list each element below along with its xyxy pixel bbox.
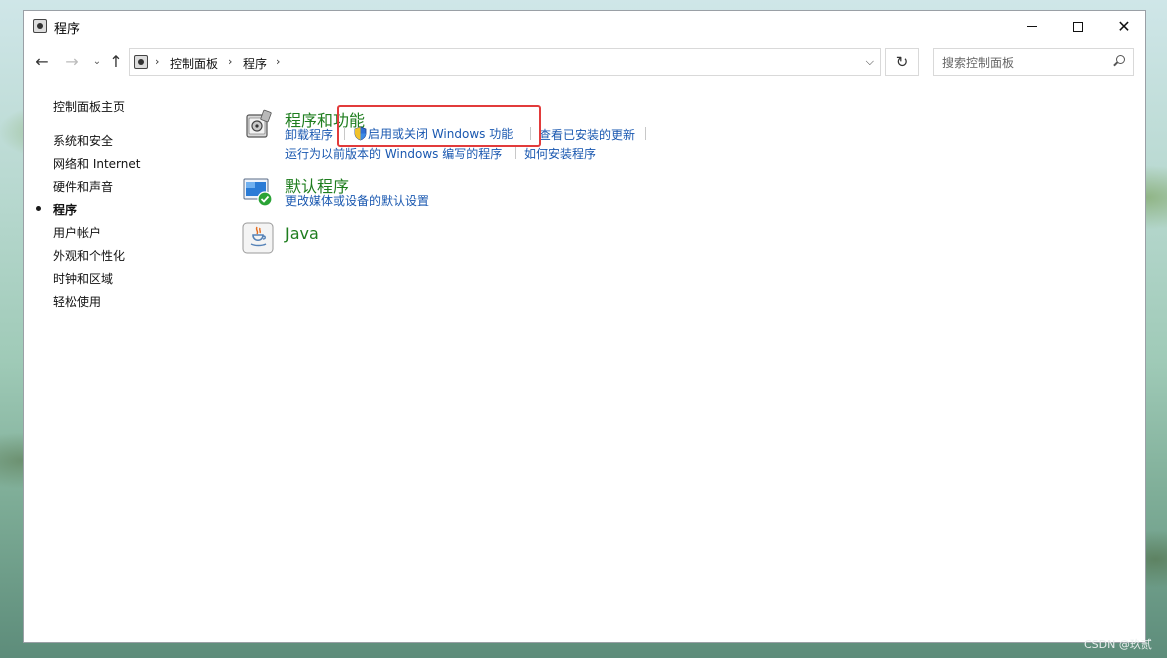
- refresh-icon: ↻: [895, 53, 909, 71]
- forward-button[interactable]: →: [62, 51, 82, 71]
- search-input[interactable]: [934, 49, 1114, 77]
- sidebar-item-ease-of-access[interactable]: 轻松使用: [53, 293, 101, 310]
- search-icon[interactable]: [1116, 55, 1125, 64]
- maximize-icon: [1073, 21, 1083, 32]
- maximize-button[interactable]: [1055, 11, 1101, 42]
- uninstall-program-link[interactable]: 卸载程序: [285, 126, 333, 143]
- sidebar-item-programs: 程序: [36, 201, 78, 218]
- breadcrumb-programs[interactable]: 程序: [243, 55, 267, 72]
- window-title: 程序: [54, 22, 81, 37]
- link-divider: [645, 127, 646, 140]
- control-panel-icon: [33, 19, 47, 33]
- watermark-text: CSDN @玖贰: [1084, 638, 1152, 651]
- sidebar-home-link[interactable]: 控制面板主页: [53, 98, 125, 115]
- address-dropdown-icon[interactable]: ⌵: [866, 55, 874, 69]
- minimize-button[interactable]: [1009, 11, 1055, 42]
- control-panel-icon: [134, 55, 148, 69]
- minimize-icon: [1027, 26, 1037, 27]
- sidebar-item-clock-region[interactable]: 时钟和区域: [53, 270, 113, 287]
- control-panel-window: 程序 ✕ ← → ⌄ ↑ › 控制面板 › 程序 › ⌵ ↻ 控制面板主页 系统…: [23, 10, 1146, 643]
- sidebar-item-network-internet[interactable]: 网络和 Internet: [53, 155, 140, 172]
- back-button[interactable]: ←: [32, 51, 52, 71]
- change-media-defaults-link[interactable]: 更改媒体或设备的默认设置: [285, 192, 429, 209]
- default-programs-icon: [242, 176, 274, 208]
- active-bullet-icon: [36, 206, 41, 211]
- chevron-down-icon: ⌄: [92, 55, 102, 67]
- refresh-button[interactable]: ↻: [885, 48, 919, 76]
- title-bar: 程序 ✕: [24, 11, 1145, 42]
- up-button[interactable]: ↑: [106, 51, 126, 71]
- chevron-right-icon: ›: [155, 55, 160, 68]
- recent-locations-button[interactable]: ⌄: [87, 51, 107, 71]
- run-older-programs-link[interactable]: 运行为以前版本的 Windows 编写的程序: [285, 145, 502, 162]
- arrow-up-icon: ↑: [109, 51, 123, 71]
- highlight-annotation-box: [337, 105, 541, 147]
- sidebar-item-hardware-sound[interactable]: 硬件和声音: [53, 178, 113, 195]
- search-box[interactable]: [933, 48, 1134, 77]
- close-icon: ✕: [1117, 16, 1131, 36]
- navigation-bar: ← → ⌄ ↑ › 控制面板 › 程序 › ⌵ ↻: [24, 44, 1145, 78]
- section-title[interactable]: Java: [285, 224, 319, 243]
- programs-features-icon: [242, 109, 274, 141]
- address-bar[interactable]: › 控制面板 › 程序 › ⌵: [129, 48, 881, 76]
- how-to-install-link[interactable]: 如何安装程序: [524, 145, 596, 162]
- java-icon: [242, 222, 274, 254]
- breadcrumb-control-panel[interactable]: 控制面板: [170, 55, 218, 72]
- sidebar-item-system-security[interactable]: 系统和安全: [53, 132, 113, 149]
- link-divider: [515, 146, 516, 159]
- view-installed-updates-link[interactable]: 查看已安装的更新: [539, 126, 635, 143]
- arrow-left-icon: ←: [35, 51, 49, 71]
- arrow-right-icon: →: [65, 51, 79, 71]
- close-button[interactable]: ✕: [1101, 11, 1147, 42]
- sidebar-item-label: 程序: [53, 203, 78, 217]
- chevron-right-icon[interactable]: ›: [276, 55, 280, 68]
- sidebar-item-user-accounts[interactable]: 用户帐户: [53, 224, 101, 241]
- sidebar-item-appearance[interactable]: 外观和个性化: [53, 247, 125, 264]
- chevron-right-icon[interactable]: ›: [228, 55, 232, 68]
